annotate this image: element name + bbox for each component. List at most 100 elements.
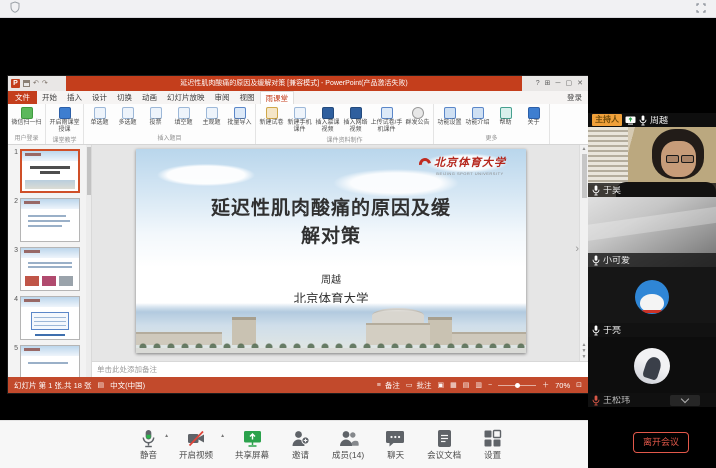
zoom-in-icon[interactable]: ＋ — [542, 380, 549, 390]
batch-import-button[interactable]: 批量导入 — [226, 106, 253, 132]
settings-button[interactable]: 设置 — [483, 429, 502, 460]
slide-canvas[interactable]: 北京体育大学 BEIJING SPORT UNIVERSITY 延迟性肌肉酸痛的… — [136, 149, 526, 353]
zoom-out-icon[interactable]: − — [488, 382, 492, 389]
redo-icon[interactable]: ↷ — [42, 80, 48, 87]
subjective-button[interactable]: 主观题 — [198, 106, 225, 132]
ribbon-options-icon[interactable]: ⊞ — [545, 80, 551, 87]
notes-pane[interactable]: 单击此处添加备注 — [92, 361, 588, 377]
undo-icon[interactable]: ↶ — [33, 80, 39, 87]
tab-review[interactable]: 审阅 — [210, 91, 235, 104]
share-screen-button[interactable]: 共享屏幕 — [235, 429, 269, 460]
single-choice-button[interactable]: 单选题 — [86, 106, 113, 132]
multiple-choice-icon — [122, 107, 134, 119]
scroll-down-icon[interactable]: ▼ — [582, 354, 587, 360]
start-class-icon — [59, 107, 71, 119]
meeting-docs-button[interactable]: 会议文档 — [427, 429, 461, 460]
multiple-choice-button[interactable]: 多选题 — [114, 106, 141, 132]
leave-meeting-button[interactable]: 离开会议 — [633, 432, 689, 453]
mic-options-caret[interactable]: ▲ — [164, 434, 169, 439]
wechat-scan-button[interactable]: 微信扫一扫 — [10, 106, 43, 132]
thumbnail-scrollbar[interactable] — [86, 145, 91, 377]
scrollbar-thumb[interactable] — [582, 154, 587, 198]
slide-scrollbar[interactable]: ▲ ▲ ▼ ▼ — [579, 145, 588, 361]
fill-blank-button[interactable]: 填空题 — [170, 106, 197, 132]
maximize-icon[interactable]: ▢ — [566, 80, 573, 87]
slide-thumbnail-5[interactable]: 5 — [10, 345, 91, 377]
chat-button[interactable]: 聊天 — [386, 429, 405, 460]
fit-to-window-icon[interactable]: ⊡ — [576, 381, 582, 389]
help-icon[interactable]: ? — [536, 80, 540, 87]
vote-button[interactable]: 投票 — [142, 106, 169, 132]
insert-mooc-video-icon — [322, 107, 334, 119]
new-mobile-courseware-button[interactable]: 新建手机课件 — [286, 106, 313, 134]
camera-options-caret[interactable]: ▲ — [220, 434, 225, 439]
tab-insert[interactable]: 插入 — [62, 91, 87, 104]
thumbnail-preview — [20, 198, 80, 242]
tab-file[interactable]: 文件 — [8, 91, 37, 104]
tab-design[interactable]: 设计 — [87, 91, 112, 104]
notes-icon: ≡ — [377, 382, 381, 389]
help-button[interactable]: 帮助 — [492, 106, 519, 132]
about-button[interactable]: 关于 — [520, 106, 547, 132]
camera-button[interactable]: 开启视频 ▲ — [179, 429, 213, 460]
language-indicator[interactable]: 中文(中国) — [110, 380, 145, 391]
tab-view[interactable]: 视图 — [235, 91, 260, 104]
ribbon-group-login: 微信扫一扫 用户登录 — [8, 104, 46, 144]
feature-intro-button[interactable]: 功能介绍 — [464, 106, 491, 132]
normal-view-icon[interactable]: ▣ — [438, 381, 445, 389]
next-chevron-icon[interactable]: › — [575, 244, 579, 255]
tab-animations[interactable]: 动画 — [137, 91, 162, 104]
window-title: 延迟性肌肉酸痛的原因及缓解对策 [兼容模式] - PowerPoint(产品激活… — [66, 76, 522, 91]
tab-transitions[interactable]: 切换 — [112, 91, 137, 104]
about-icon — [528, 107, 540, 119]
zoom-slider[interactable] — [498, 385, 536, 386]
video-tile-yuliang[interactable]: 于亮 — [588, 267, 716, 337]
insert-web-video-icon — [350, 107, 362, 119]
mute-button[interactable]: 静音 ▲ — [140, 429, 157, 460]
thumbnail-preview — [20, 247, 80, 291]
close-icon[interactable]: ✕ — [577, 80, 583, 87]
save-icon[interactable] — [23, 80, 30, 87]
feature-settings-button[interactable]: 功能设置 — [436, 106, 463, 132]
start-class-button[interactable]: 开启雨课堂授课 — [48, 106, 81, 134]
login-link[interactable]: 登录 — [567, 91, 588, 104]
video-tile-zhouyue[interactable]: 主持人 周越 — [588, 57, 716, 127]
insert-web-video-button[interactable]: 插入网络视频 — [342, 106, 369, 134]
comments-toggle[interactable]: ▭批注 — [406, 380, 432, 391]
ppt-status-bar: 幻灯片 第 1 张,共 18 张 ▤ 中文(中国) ≡备注 ▭批注 ▣ ▦ ▤ … — [8, 377, 588, 393]
slide-sorter-view-icon[interactable]: ▦ — [450, 381, 457, 389]
video-tile-xiaokeai[interactable]: 小可爱 — [588, 197, 716, 267]
slide-thumbnail-4[interactable]: 4 — [10, 296, 91, 340]
reading-view-icon[interactable]: ▤ — [463, 381, 470, 389]
slide-editing-area[interactable]: 北京体育大学 BEIJING SPORT UNIVERSITY 延迟性肌肉酸痛的… — [92, 145, 588, 361]
upload-exam-button[interactable]: 上传试卷/手机课件 — [370, 106, 403, 134]
group-announcement-button[interactable]: 群发公告 — [404, 106, 431, 134]
tab-rain-classroom[interactable]: 雨课堂 — [260, 91, 295, 104]
spellcheck-icon[interactable]: ▤ — [98, 381, 105, 389]
video-tile-yuhao[interactable]: 于昊 — [588, 127, 716, 197]
ribbon-group-label: 更多 — [436, 132, 547, 144]
notes-toggle[interactable]: ≡备注 — [377, 380, 400, 391]
slideshow-view-icon[interactable]: ▥ — [475, 381, 482, 389]
fullscreen-icon[interactable] — [696, 0, 706, 18]
powerpoint-logo-icon[interactable]: P — [11, 79, 20, 88]
slide-thumbnail-3[interactable]: 3 — [10, 247, 91, 291]
slide-thumbnail-2[interactable]: 2 — [10, 198, 91, 242]
tab-slideshow[interactable]: 幻灯片放映 — [162, 91, 210, 104]
ribbon-tab-row: 文件 开始 插入 设计 切换 动画 幻灯片放映 审阅 视图 雨课堂 登录 — [8, 91, 588, 104]
invite-icon — [291, 429, 310, 448]
tab-home[interactable]: 开始 — [37, 91, 62, 104]
insert-mooc-video-button[interactable]: 插入慕课视频 — [314, 106, 341, 134]
collapse-video-list-button[interactable] — [670, 395, 700, 406]
slide-thumbnail-1[interactable]: 1 — [10, 149, 91, 193]
invite-button[interactable]: 邀请 — [291, 429, 310, 460]
group-announcement-icon — [412, 107, 424, 119]
subjective-icon — [206, 107, 218, 119]
zoom-level[interactable]: 70% — [555, 381, 570, 390]
members-button[interactable]: 成员(14) — [332, 429, 364, 460]
wechat-scan-icon — [21, 107, 33, 119]
scroll-up-icon[interactable]: ▲ — [582, 146, 587, 152]
new-exam-button[interactable]: 新建试卷 — [258, 106, 285, 134]
video-tile-wang[interactable]: 王松玮 — [588, 337, 716, 407]
minimize-icon[interactable]: ─ — [556, 80, 561, 87]
